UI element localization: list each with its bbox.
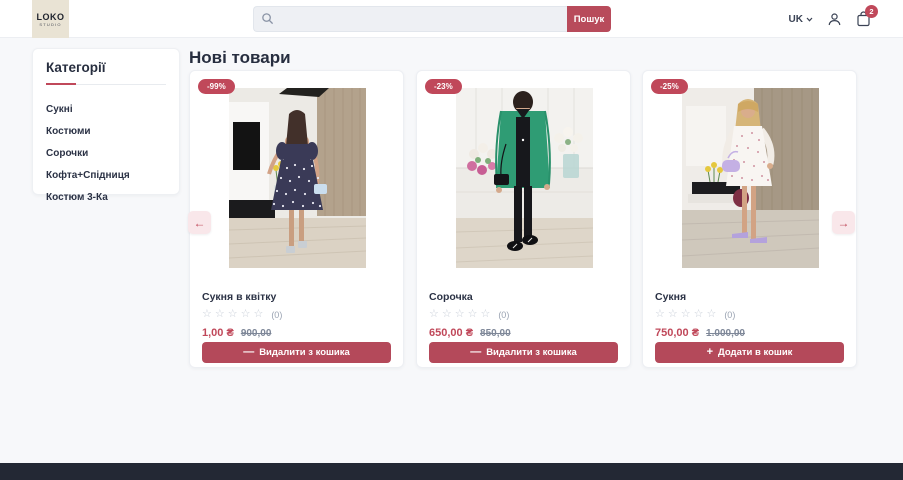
product-info: Сорочка ☆☆☆☆☆ (0) 650,00 ₴ 850,00: [429, 291, 618, 339]
sidebar-item-sorochky[interactable]: Сорочки: [46, 142, 166, 164]
product-card: -23% Сорочка ☆☆☆☆☆ (0) 650,00 ₴ 850,00 —…: [416, 70, 631, 368]
star-rating-icons: ☆☆☆☆☆: [202, 308, 267, 320]
account-button[interactable]: [827, 12, 842, 27]
sidebar-item-kostyumy[interactable]: Костюми: [46, 120, 166, 142]
discount-badge: -23%: [425, 79, 462, 94]
search-input-box: [253, 6, 567, 32]
old-price: 1.000,00: [706, 328, 745, 339]
product-name[interactable]: Сорочка: [429, 291, 618, 303]
remove-from-cart-button[interactable]: — Видалити з кошика: [202, 342, 391, 363]
product-info: Сукня в квітку ☆☆☆☆☆ (0) 1,00 ₴ 900,00: [202, 291, 391, 339]
current-price: 1,00 ₴: [202, 327, 234, 339]
product-info: Сукня ☆☆☆☆☆ (0) 750,00 ₴ 1.000,00: [655, 291, 844, 339]
language-label: UK: [788, 13, 803, 25]
current-price: 650,00 ₴: [429, 327, 474, 339]
logo-title: LOKO: [36, 11, 65, 22]
logo[interactable]: LOKO STUDIO: [32, 0, 69, 38]
rating-count: (0): [724, 309, 736, 320]
page: LOKO STUDIO Пошук UK 2 Категорії Сукні К…: [0, 0, 903, 480]
sidebar-title: Категорії: [46, 60, 106, 75]
cart-count-badge: 2: [865, 5, 878, 18]
sidebar-divider: [46, 83, 166, 85]
discount-badge: -99%: [198, 79, 235, 94]
sidebar-item-sukni[interactable]: Сукні: [46, 98, 166, 120]
button-label: Додати в кошик: [718, 347, 793, 358]
cart-button[interactable]: 2: [856, 5, 878, 27]
button-label: Видалити з кошика: [259, 347, 350, 358]
old-price: 850,00: [480, 328, 511, 339]
product-card: -99% Сукня в квітку ☆☆☆☆☆ (0) 1,00 ₴ 900…: [189, 70, 404, 368]
price-row: 650,00 ₴ 850,00: [429, 327, 618, 339]
footer: [0, 463, 903, 480]
current-price: 750,00 ₴: [655, 327, 700, 339]
old-price: 900,00: [240, 328, 272, 339]
carousel-next-button[interactable]: →: [832, 211, 855, 234]
search-input[interactable]: [253, 6, 567, 32]
star-rating-icons: ☆☆☆☆☆: [429, 308, 494, 320]
rating-count: (0): [271, 309, 283, 320]
button-label: Видалити з кошика: [486, 347, 577, 358]
search-button[interactable]: Пошук: [567, 6, 611, 32]
chevron-down-icon: [806, 17, 813, 22]
sidebar-item-kostyum-3ka[interactable]: Костюм 3-Ка: [46, 186, 166, 208]
rating-count: (0): [498, 309, 510, 320]
categories-sidebar: Категорії Сукні Костюми Сорочки Кофта+Сп…: [32, 48, 180, 203]
minus-icon: —: [243, 346, 255, 358]
product-name[interactable]: Сукня: [655, 291, 844, 303]
price-row: 750,00 ₴ 1.000,00: [655, 327, 844, 339]
plus-icon: +: [706, 346, 713, 358]
product-image[interactable]: [229, 88, 366, 268]
search-icon: [262, 13, 274, 25]
discount-badge: -25%: [651, 79, 688, 94]
price-row: 1,00 ₴ 900,00: [202, 327, 391, 339]
product-image[interactable]: [456, 88, 593, 268]
rating-row: ☆☆☆☆☆ (0): [429, 309, 618, 320]
remove-from-cart-button[interactable]: — Видалити з кошика: [429, 342, 618, 363]
arrow-right-icon: →: [837, 215, 850, 230]
logo-subtitle: STUDIO: [39, 21, 62, 27]
category-list: Сукні Костюми Сорочки Кофта+Спідниця Кос…: [46, 98, 166, 208]
product-name[interactable]: Сукня в квітку: [202, 291, 391, 303]
header: LOKO STUDIO Пошук UK 2: [0, 0, 903, 38]
arrow-left-icon: ←: [193, 215, 206, 230]
product-card: -25% Сукня ☆☆☆☆☆ (0) 750,00 ₴ 1.000,00 +…: [642, 70, 857, 368]
language-selector[interactable]: UK: [789, 14, 813, 25]
header-right: UK 2: [789, 0, 878, 38]
minus-icon: —: [470, 346, 482, 358]
sidebar-item-kofta-spidnytsya[interactable]: Кофта+Спідниця: [46, 164, 166, 186]
product-image[interactable]: [682, 88, 819, 268]
rating-row: ☆☆☆☆☆ (0): [202, 309, 391, 320]
carousel-prev-button[interactable]: ←: [188, 211, 211, 234]
rating-row: ☆☆☆☆☆ (0): [655, 309, 844, 320]
add-to-cart-button[interactable]: + Додати в кошик: [655, 342, 844, 363]
search-bar: Пошук: [253, 6, 611, 32]
page-title: Нові товари: [189, 48, 291, 67]
user-icon: [828, 12, 841, 25]
star-rating-icons: ☆☆☆☆☆: [655, 308, 720, 320]
